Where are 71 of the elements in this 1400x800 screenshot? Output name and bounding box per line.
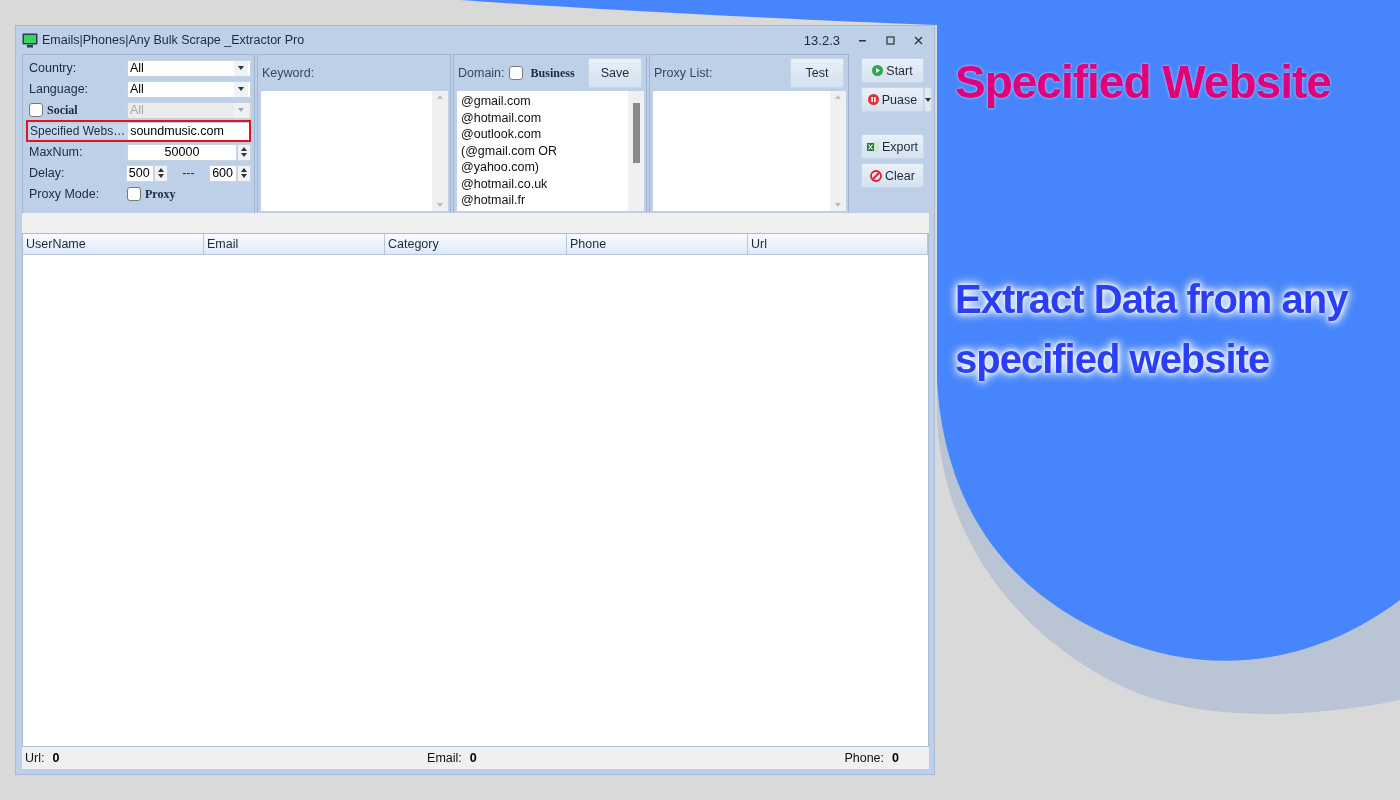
domain-entry: @gmail.com xyxy=(461,93,532,110)
checkbox-label: Proxy xyxy=(145,186,176,202)
down-arrow-icon[interactable] xyxy=(241,153,247,157)
field-label: Proxy Mode: xyxy=(29,187,101,201)
dropdown-button[interactable] xyxy=(924,87,932,112)
dropdown: All xyxy=(127,101,251,119)
spreadsheet-icon xyxy=(866,140,879,153)
clear-button[interactable]: Clear xyxy=(861,163,924,188)
save-button[interactable]: Save xyxy=(588,58,642,88)
monitor-icon xyxy=(22,32,38,48)
spin-buttons[interactable] xyxy=(237,143,251,161)
panel-label: Domain: xyxy=(458,66,505,80)
domain-entry: @yahoo.com) xyxy=(461,159,540,176)
dropdown[interactable]: All xyxy=(127,59,251,77)
promo-subtitle: Extract Data from any specified website xyxy=(955,276,1349,383)
column-header[interactable]: Category xyxy=(385,234,567,255)
input-field[interactable]: soundmusic.com xyxy=(128,122,249,140)
up-arrow-icon[interactable] xyxy=(241,147,247,151)
status-label: Phone: xyxy=(844,751,885,765)
scrollbar[interactable] xyxy=(628,91,644,211)
down-arrow-icon[interactable] xyxy=(241,174,248,178)
checkbox-label: Social xyxy=(47,102,78,118)
input-field[interactable]: 600 xyxy=(209,164,238,182)
status-count: 0 xyxy=(469,751,477,765)
domain-text-area[interactable]: @gmail.com @hotmail.com @outlook.com (@gmail.com OR @yahoo.com) @hotmail.co.uk @hotmail.fr xyxy=(457,91,644,211)
down-arrow-icon[interactable] xyxy=(925,97,931,102)
panel-label: Keyword: xyxy=(262,66,315,80)
domain-entry: (@gmail.com OR xyxy=(461,142,559,159)
test-button[interactable]: Test xyxy=(790,58,844,88)
column-header[interactable]: Url xyxy=(748,234,928,255)
status-count: 0 xyxy=(52,751,60,765)
spin-buttons[interactable] xyxy=(237,164,251,182)
window-title: Emails|Phones|Any Bulk Scrape _Extractor Pro xyxy=(42,33,306,47)
field-label: Specified Webs… xyxy=(30,124,129,138)
maximize-icon[interactable] xyxy=(886,35,895,45)
range-separator: --- xyxy=(181,166,196,180)
field-label: Language: xyxy=(29,82,90,96)
close-icon[interactable] xyxy=(914,35,923,45)
domain-entry: @outlook.com xyxy=(461,126,543,143)
field-label: Delay: xyxy=(29,166,66,180)
version-label: 13.2.3 xyxy=(803,32,840,48)
domain-entry: @hotmail.co.uk xyxy=(461,175,549,192)
status-label: Url: xyxy=(25,751,45,765)
status-label: Email: xyxy=(427,751,462,765)
start-button[interactable]: Start xyxy=(861,58,924,83)
up-arrow-icon[interactable] xyxy=(241,168,248,172)
column-header[interactable]: Email xyxy=(204,234,385,255)
input-field[interactable]: 500 xyxy=(125,164,154,182)
promo-headline: Specified Website xyxy=(955,55,1332,109)
column-header[interactable]: Phone xyxy=(567,234,748,255)
clear-icon xyxy=(870,169,883,182)
input-field[interactable]: 50000 xyxy=(127,143,237,161)
down-arrow-icon[interactable] xyxy=(238,66,244,70)
pause-icon xyxy=(867,94,879,105)
domain-entry: @hotmail.fr xyxy=(461,192,527,209)
down-arrow-icon[interactable] xyxy=(238,87,244,91)
domain-entry: @hotmail.com xyxy=(461,109,543,126)
pause-button[interactable]: Puase xyxy=(861,87,924,112)
checkbox[interactable] xyxy=(127,187,141,201)
export-button[interactable]: Export xyxy=(861,134,924,159)
dropdown[interactable]: All xyxy=(127,80,251,98)
status-count: 0 xyxy=(892,751,899,765)
panel-label: Proxy List: xyxy=(654,66,713,80)
checkbox[interactable] xyxy=(508,66,523,80)
column-header[interactable]: UserName xyxy=(23,234,204,255)
up-arrow-icon[interactable] xyxy=(157,168,164,172)
down-arrow-icon[interactable] xyxy=(157,174,164,178)
play-icon xyxy=(872,65,884,76)
field-label: MaxNum: xyxy=(29,145,84,159)
checkbox-label: Business xyxy=(530,65,575,81)
field-label: Country: xyxy=(29,61,78,75)
